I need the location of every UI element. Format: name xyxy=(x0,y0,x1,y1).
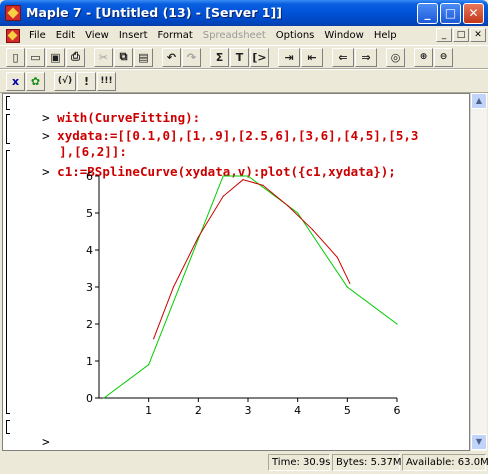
menu-insert[interactable]: Insert xyxy=(114,30,153,41)
x-tick-label: 5 xyxy=(344,404,351,417)
math-mode-icon[interactable]: x xyxy=(6,71,25,91)
menu-edit[interactable]: Edit xyxy=(51,30,80,41)
data-point xyxy=(197,236,199,238)
prompt: > xyxy=(42,164,50,179)
forward-icon[interactable]: ⇒ xyxy=(355,47,377,67)
prompt-icon[interactable]: [> xyxy=(250,47,269,67)
y-tick-label: 4 xyxy=(86,244,93,257)
menu-format[interactable]: Format xyxy=(153,30,198,41)
window-title: Maple 7 - [Untitled (13) - [Server 1]] xyxy=(26,5,282,20)
menu-help[interactable]: Help xyxy=(369,30,402,41)
menu-window[interactable]: Window xyxy=(319,30,368,41)
data-point xyxy=(222,175,224,177)
data-point xyxy=(396,323,398,325)
data-point xyxy=(311,229,314,231)
status-bar: Time: 30.9s Bytes: 5.37M Available: 63.0… xyxy=(0,452,488,474)
zoom-out-icon[interactable]: ⊖ xyxy=(434,47,453,67)
data-point xyxy=(287,205,289,207)
execute-icon[interactable]: ! xyxy=(77,71,96,91)
y-tick-label: 6 xyxy=(86,170,93,183)
minimize-button[interactable]: _ xyxy=(417,3,438,24)
sigma-icon[interactable]: Σ xyxy=(210,47,229,67)
new-document-icon[interactable]: ▯ xyxy=(6,47,25,67)
data-point xyxy=(349,282,351,284)
redo-icon[interactable]: ↷ xyxy=(182,47,201,67)
data-point xyxy=(103,397,105,399)
data-point xyxy=(262,184,264,186)
vertical-scrollbar[interactable]: ▲ ▼ xyxy=(470,93,487,451)
doc-close-button[interactable]: ✕ xyxy=(470,28,486,42)
back-icon[interactable]: ⇐ xyxy=(332,47,354,67)
print-icon[interactable]: ⎙ xyxy=(66,47,85,67)
prompt: > xyxy=(42,434,50,449)
doc-minimize-button[interactable]: _ xyxy=(436,28,452,42)
y-tick-label: 0 xyxy=(86,392,93,405)
plot-axes xyxy=(98,176,397,399)
x-tick-label: 6 xyxy=(394,404,401,417)
bspline-curve-series xyxy=(153,179,351,339)
empty-input-line[interactable]: > xyxy=(12,418,50,450)
open-icon[interactable]: ▭ xyxy=(26,47,45,67)
plot-series xyxy=(103,175,398,399)
data-point xyxy=(222,195,224,197)
close-button[interactable]: ✕ xyxy=(463,3,484,24)
plot-ticks: 1 2 3 4 5 6 0 1 2 3 4 5 6 xyxy=(86,170,401,417)
context-toolbar: x ✿ (√) ! !!! xyxy=(0,69,488,93)
check-syntax-icon[interactable]: (√) xyxy=(54,71,76,91)
stop-icon[interactable]: ◎ xyxy=(386,47,405,67)
status-bytes: Bytes: 5.37M xyxy=(332,454,402,471)
y-tick-label: 2 xyxy=(86,318,93,331)
save-icon[interactable]: ▣ xyxy=(46,47,65,67)
data-point xyxy=(242,179,244,181)
cut-icon[interactable]: ✂ xyxy=(94,47,113,67)
copy-icon[interactable]: ⧉ xyxy=(114,47,133,67)
execute-all-icon[interactable]: !!! xyxy=(97,71,116,91)
undo-icon[interactable]: ↶ xyxy=(162,47,181,67)
x-tick-label: 1 xyxy=(145,404,152,417)
data-point xyxy=(247,175,249,177)
data-point xyxy=(297,212,299,214)
worksheet[interactable]: > with(CurveFitting): > xydata:=[[0.1,0]… xyxy=(2,93,470,451)
status-available: Available: 63.0M xyxy=(402,454,488,471)
status-time: Time: 30.9s xyxy=(268,454,331,471)
menu-bar: File Edit View Insert Format Spreadsheet… xyxy=(0,26,488,45)
data-point xyxy=(336,256,338,258)
group-bracket[interactable] xyxy=(6,96,10,110)
maple-app-icon[interactable] xyxy=(5,5,21,21)
menu-options[interactable]: Options xyxy=(271,30,320,41)
scroll-down-arrow[interactable]: ▼ xyxy=(471,434,487,450)
document-menu-icon[interactable] xyxy=(6,28,20,43)
x-tick-label: 4 xyxy=(294,404,301,417)
outdent-icon[interactable]: ⇤ xyxy=(301,47,323,67)
data-point xyxy=(148,364,150,366)
zoom-in-icon[interactable]: ⊕ xyxy=(414,47,433,67)
data-polyline-series xyxy=(103,175,398,399)
maple-leaf-icon[interactable]: ✿ xyxy=(26,71,45,91)
menu-spreadsheet[interactable]: Spreadsheet xyxy=(198,30,271,41)
data-point xyxy=(346,286,348,288)
group-bracket[interactable] xyxy=(6,114,10,144)
menu-view[interactable]: View xyxy=(80,30,114,41)
text-icon[interactable]: T xyxy=(230,47,249,67)
doc-restore-button[interactable]: □ xyxy=(453,28,469,42)
scroll-up-arrow[interactable]: ▲ xyxy=(471,93,487,109)
x-tick-label: 3 xyxy=(245,404,252,417)
y-tick-label: 3 xyxy=(86,281,93,294)
data-point xyxy=(153,338,155,340)
main-toolbar: ▯ ▭ ▣ ⎙ ✂ ⧉ ▤ ↶ ↷ Σ T [> ⇥ ⇤ ⇐ ⇒ ◎ ⊕ ⊖ xyxy=(0,45,488,69)
title-bar: Maple 7 - [Untitled (13) - [Server 1]] _… xyxy=(0,0,488,26)
maximize-button[interactable]: □ xyxy=(440,3,461,24)
group-bracket[interactable] xyxy=(6,420,10,434)
indent-icon[interactable]: ⇥ xyxy=(278,47,300,67)
plot-output[interactable]: 1 2 3 4 5 6 0 1 2 3 4 5 6 xyxy=(75,166,435,417)
menu-file[interactable]: File xyxy=(24,30,51,41)
y-tick-label: 5 xyxy=(86,207,93,220)
x-tick-label: 2 xyxy=(195,404,202,417)
group-bracket[interactable] xyxy=(6,150,10,414)
document-window-controls: _ □ ✕ xyxy=(436,28,486,42)
data-point xyxy=(172,286,175,288)
paste-icon[interactable]: ▤ xyxy=(134,47,153,67)
y-tick-label: 1 xyxy=(86,355,93,368)
